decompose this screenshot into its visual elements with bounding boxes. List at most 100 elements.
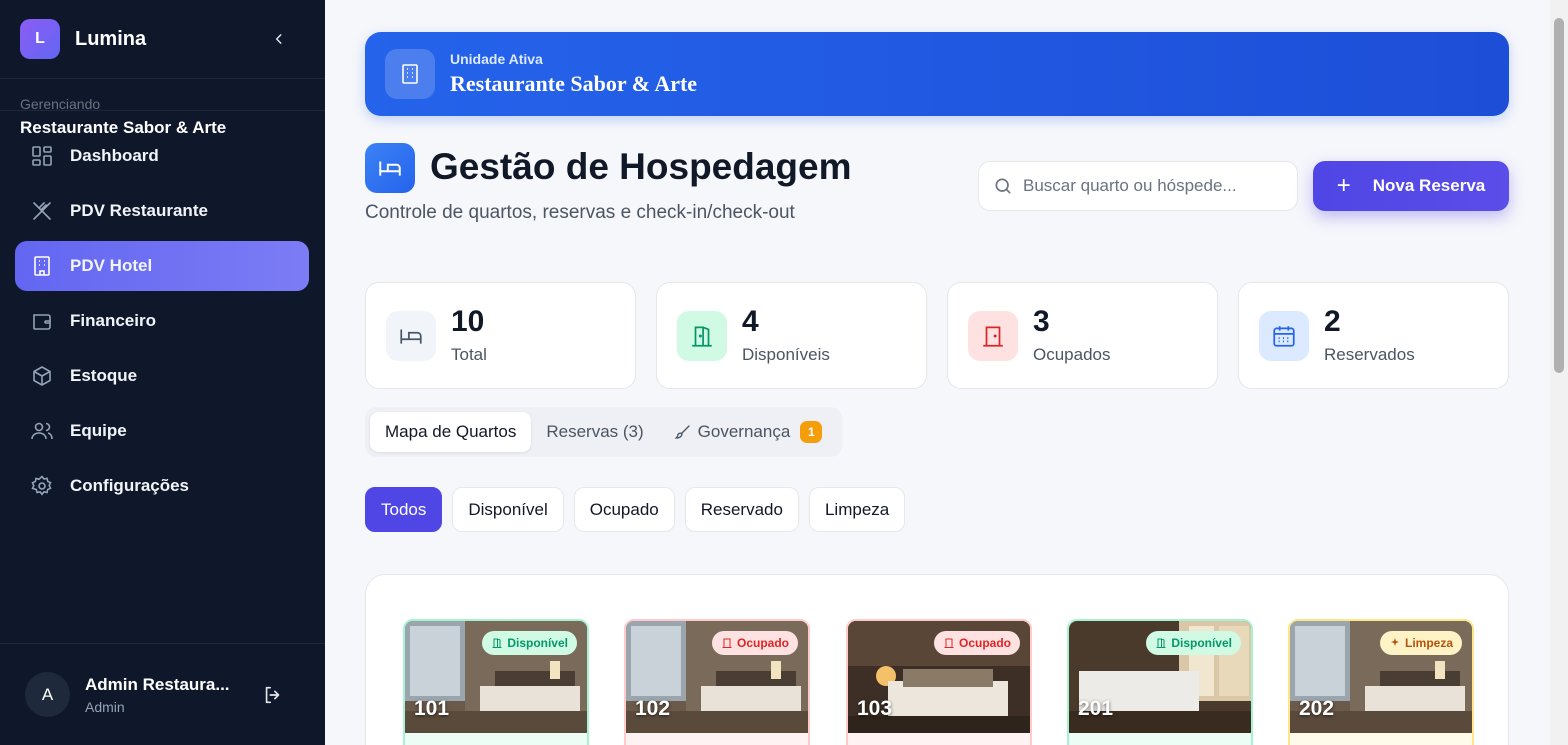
avatar: A [25,672,70,717]
room-number: 103 [857,697,893,720]
sparkles-icon [1390,638,1399,646]
room-card-footer [626,733,808,745]
sidebar-item-configuracoes[interactable]: Configurações [15,461,309,511]
stat-value: 4 [742,304,759,338]
room-status-label: Disponível [1171,636,1232,650]
filter-limpeza[interactable]: Limpeza [808,487,906,532]
stat-value: 10 [451,304,485,338]
gear-icon [31,475,52,496]
page-scrollbar[interactable] [1550,0,1568,745]
user-panel: A Admin Restaura... Admin [0,643,325,745]
user-name: Admin Restaura... [85,674,230,694]
stat-value: 3 [1033,304,1050,338]
search-input[interactable] [1023,176,1283,196]
room-status-badge: Disponível [482,631,577,655]
room-photo: 201 Disponível [1069,621,1251,733]
status-filters: Todos Disponível Ocupado Reservado Limpe… [365,487,906,532]
filter-reservado[interactable]: Reservado [684,487,799,532]
utensils-icon [33,202,51,220]
brush-icon [674,425,690,439]
stat-label: Disponíveis [742,344,830,364]
banner-label: Unidade Ativa [450,51,543,67]
new-reservation-button[interactable]: + Nova Reserva [1313,161,1509,211]
tab-room-map[interactable]: Mapa de Quartos [370,412,532,452]
brand-name: Lumina [75,27,147,50]
room-card-202[interactable]: 202 Limpeza [1288,619,1474,745]
sidebar-item-estoque[interactable]: Estoque [15,351,309,401]
room-photo: 101 Disponível [405,621,587,733]
plus-icon: + [1336,172,1351,199]
sidebar-item-label: Dashboard [70,146,159,165]
sidebar-item-dashboard[interactable]: Dashboard [15,131,309,181]
room-photo: 202 Limpeza [1290,621,1472,733]
stat-card-available: 4 Disponíveis [656,282,927,389]
box-icon [33,366,51,386]
sidebar-item-financeiro[interactable]: Financeiro [15,296,309,346]
stat-card-occupied: 3 Ocupados [947,282,1218,389]
logout-icon [265,686,280,704]
rooms-panel: 101 Disponível 102 Ocupado 103 Ocupado 2… [365,574,1509,745]
bed-icon [386,310,436,361]
room-status-label: Ocupado [958,636,1011,650]
room-number: 202 [1299,697,1335,720]
room-status-label: Disponível [507,636,568,650]
door-open-icon [492,638,502,648]
sidebar-item-equipe[interactable]: Equipe [15,406,309,456]
room-number: 101 [414,697,450,720]
stat-card-total: 10 Total [365,282,636,389]
filter-ocupado[interactable]: Ocupado [573,487,675,532]
door-closed-icon [722,638,732,648]
room-status-label: Ocupado [736,636,789,650]
sidebar-item-label: Equipe [70,421,127,440]
new-reservation-label: Nova Reserva [1372,176,1486,195]
room-status-badge: Limpeza [1379,631,1462,655]
stats-row: 10 Total 4 Disponíveis 3 Ocupados 2 Rese… [365,282,1509,389]
sidebar-item-label: Estoque [70,366,138,385]
room-number: 102 [635,697,671,720]
notification-badge: 1 [800,421,823,443]
building-icon [34,256,50,276]
calendar-icon [1259,310,1309,361]
filter-todos[interactable]: Todos [365,487,443,532]
room-number: 201 [1078,697,1114,720]
stat-label: Total [451,344,487,364]
chevron-left-icon [275,34,282,44]
sidebar-item-label: PDV Hotel [70,256,153,275]
search-box [978,161,1298,211]
door-open-icon [677,310,727,361]
sidebar-item-pdv-hotel[interactable]: PDV Hotel [15,241,309,291]
room-card-102[interactable]: 102 Ocupado [624,619,810,745]
room-card-201[interactable]: 201 Disponível [1067,619,1253,745]
room-card-footer [1290,733,1472,745]
tab-label: Governança [697,422,791,441]
search-icon [995,178,1011,194]
stat-card-reserved: 2 Reservados [1238,282,1509,389]
page-subtitle: Controle de quartos, reservas e check-in… [365,202,795,223]
room-photo: 103 Ocupado [848,621,1030,733]
building-icon [385,49,435,99]
stat-label: Ocupados [1033,344,1111,364]
brand-logo: L [20,19,60,59]
sidebar-item-pdv-restaurante[interactable]: PDV Restaurante [15,186,309,236]
scrollbar-thumb[interactable] [1554,18,1564,373]
tab-reservations[interactable]: Reservas (3) [531,412,658,452]
sidebar-item-label: Financeiro [70,311,156,330]
stat-label: Reservados [1324,344,1415,364]
wallet-icon [33,314,51,330]
room-status-badge: Ocupado [933,631,1020,655]
door-open-icon [1156,638,1166,648]
stat-value: 2 [1324,304,1341,338]
room-card-101[interactable]: 101 Disponível [403,619,589,745]
tab-housekeeping[interactable]: Governança 1 [659,412,838,452]
logout-button[interactable] [262,684,284,706]
room-photo: 102 Ocupado [626,621,808,733]
collapse-sidebar-button[interactable] [268,28,290,50]
banner-title: Restaurante Sabor & Arte [450,71,698,96]
room-card-103[interactable]: 103 Ocupado [846,619,1032,745]
page-title: Gestão de Hospedagem [430,146,852,187]
sidebar-item-label: Configurações [70,476,190,495]
room-status-badge: Ocupado [711,631,798,655]
filter-disponivel[interactable]: Disponível [452,487,564,532]
user-role: Admin [85,698,125,715]
room-card-footer [405,733,587,745]
